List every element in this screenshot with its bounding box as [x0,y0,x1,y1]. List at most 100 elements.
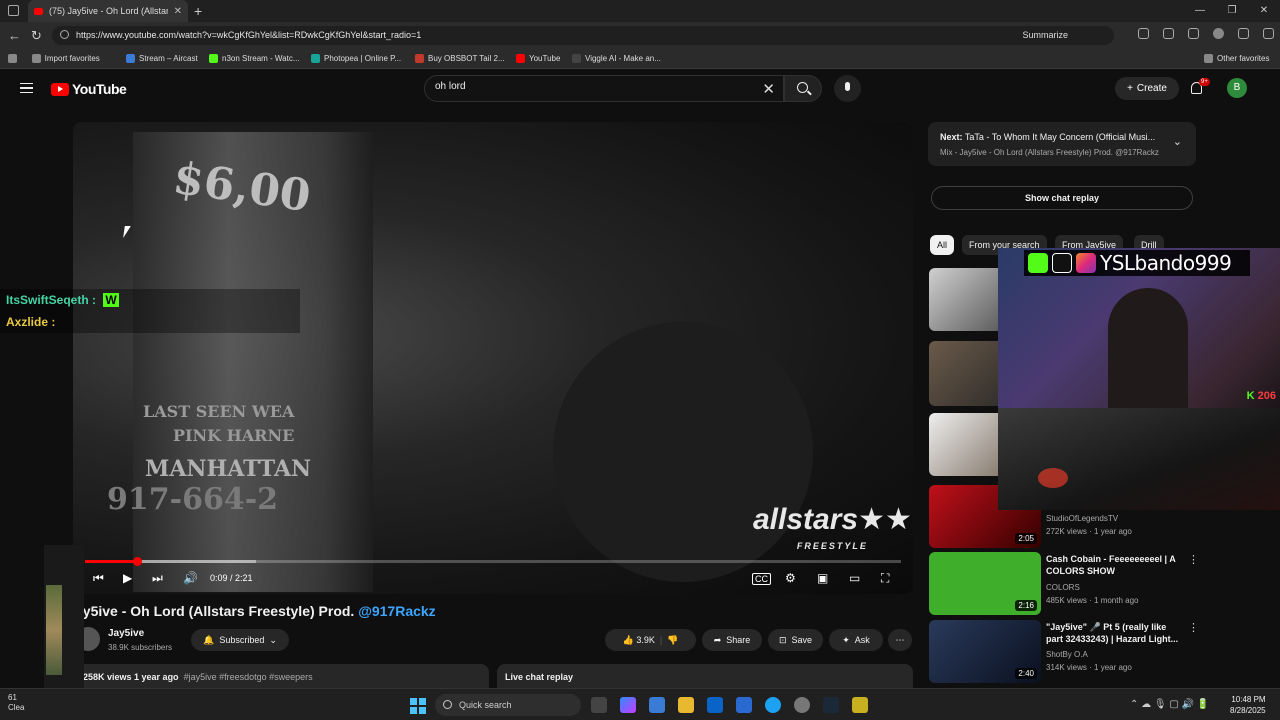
bookmark-youtube[interactable]: YouTube [516,54,560,63]
progress-bar[interactable] [85,557,901,566]
subscribed-button[interactable]: 🔔 Subscribed ⌄ [191,629,289,651]
browser-tab[interactable]: (75) Jay5ive - Oh Lord (Allstars Fr... ✕ [28,0,188,22]
bookmark-photopea[interactable]: Photopea | Online P... [311,54,401,63]
search-button[interactable] [784,75,822,102]
recommended-title[interactable]: "Jay5ive" 🎤 Pt 5 (really like part 32433… [1046,621,1181,645]
more-options-icon[interactable]: ⋮ [1188,553,1199,566]
other-favorites[interactable]: Other favorites [1204,54,1269,63]
recommended-channel[interactable]: StudioOfLegendsTV [1046,514,1118,523]
minimize-icon[interactable]: — [1184,0,1216,22]
bookmark-n3on-stream[interactable]: n3on Stream - Watc... [209,54,300,63]
description-box[interactable]: 258K views 1 year ago #jay5ive #freesdot… [75,664,489,688]
system-tray-icons[interactable]: ⌃ ☁ 🎙 ▢ 🔊 🔋 [1130,699,1209,710]
voice-search-icon[interactable] [834,75,861,102]
social-banner: YSLbando999 [1024,250,1250,276]
more-options-icon[interactable]: ⋮ [1188,621,1199,634]
chevron-down-icon[interactable]: ⌄ [1173,135,1182,148]
address-toolbar: ← ↻ https://www.youtube.com/watch?v=wkCg… [0,22,1280,49]
copilot-icon[interactable] [620,697,636,713]
task-view-icon[interactable] [591,697,607,713]
recommended-meta: 314K views · 1 year ago [1046,663,1132,672]
taskbar-clock[interactable]: 10:48 PM 8/28/2025 [1230,694,1266,716]
start-button[interactable] [410,698,426,714]
menu-icon[interactable] [20,83,33,93]
save-button[interactable]: ⊡ Save [768,629,823,651]
time-display: 0:09 / 2:21 [210,573,253,583]
settings-icon[interactable]: ⚙ [785,571,796,585]
show-chat-replay-button[interactable]: Show chat replay [931,186,1193,210]
create-button[interactable]: + Create [1115,77,1179,100]
bookmark-viggle[interactable]: Viggle AI - Make an... [572,54,661,63]
search-input[interactable] [435,81,735,92]
outlook-icon[interactable] [707,697,723,713]
youtube-logo[interactable]: YouTube [51,81,127,97]
more-menu-icon[interactable] [1238,28,1249,39]
bookmark-import-favorites[interactable]: Import favorites [8,54,100,63]
ask-button[interactable]: ✦ Ask [829,629,883,651]
edge-icon[interactable] [765,697,781,713]
favorites-icon[interactable] [1163,28,1174,39]
copilot-icon[interactable] [1263,28,1274,39]
close-tab-icon[interactable]: ✕ [174,6,182,17]
recommended-channel[interactable]: COLORS [1046,583,1080,592]
tab-actions-icon[interactable] [8,5,19,16]
captions-icon[interactable]: CC [752,573,771,585]
account-avatar[interactable]: B [1227,78,1247,98]
aircast-icon [126,54,135,63]
sparkle-icon: ✦ [842,634,850,645]
share-button[interactable]: ➦ Share [702,629,762,651]
channel-name[interactable]: Jay5ive [108,628,144,639]
viggle-icon [572,54,581,63]
more-actions-icon[interactable]: ⋯ [888,629,912,651]
recommended-meta: 272K views · 1 year ago [1046,527,1132,536]
search-box[interactable]: ✕ [424,75,784,102]
refresh-icon[interactable]: ↻ [31,28,42,44]
photos-icon[interactable] [736,697,752,713]
previous-icon[interactable]: ⏮ [93,571,104,586]
recommended-channel[interactable]: ShotBy O.A [1046,650,1088,659]
kick-icon [1028,253,1048,273]
theater-mode-icon[interactable]: ▭ [849,571,860,585]
next-icon[interactable]: ⏭ [152,571,163,586]
recommended-title[interactable]: Cash Cobain - Feeeeeeeeel | A COLORS SHO… [1046,553,1181,577]
app-icon[interactable] [852,697,868,713]
profile-icon[interactable] [1213,28,1224,39]
back-icon[interactable]: ← [8,28,21,43]
address-bar[interactable]: https://www.youtube.com/watch?v=wkCgKfGh… [52,26,1114,45]
video-player[interactable]: $6,00 LAST SEEN WEA PINK HARNE MANHATTAN… [73,122,913,594]
obs-icon[interactable] [794,697,810,713]
fullscreen-icon[interactable]: ⛶ [881,571,889,586]
logo-text: YouTube [72,81,127,97]
chip-all[interactable]: All [930,235,955,255]
folder-icon [31,54,41,63]
play-icon[interactable]: ▶ [123,571,132,585]
new-tab-icon[interactable]: + [194,3,202,19]
like-button[interactable]: 👍 3.9K [623,635,655,646]
close-window-icon[interactable]: ✕ [1248,0,1280,22]
file-explorer-icon[interactable] [678,697,694,713]
recommended-thumbnail[interactable]: 2:16 [929,552,1041,615]
recommended-meta: 485K views · 1 month ago [1046,596,1139,605]
weather-widget[interactable]: 61 Clea [8,693,24,713]
share-icon: ➦ [713,634,722,645]
plus-icon: + [1127,83,1133,94]
miniplayer-icon[interactable]: ▣ [817,571,828,585]
maximize-icon[interactable]: ❐ [1216,0,1248,22]
video-frame-text: 917-664-2 [107,482,279,517]
up-next-playlist[interactable]: Next: TaTa - To Whom It May Concern (Off… [928,122,1196,166]
hashtags[interactable]: #jay5ive #freesdotgo #sweepers [184,672,313,682]
volume-icon[interactable]: 🔊 [183,571,198,585]
site-info-icon[interactable] [60,30,69,39]
bookmark-stream-aircast[interactable]: Stream – Aircast [126,54,198,63]
bookmark-obsbot[interactable]: Buy OBSBOT Tail 2... [415,54,505,63]
clear-search-icon[interactable]: ✕ [762,80,775,98]
taskbar-search[interactable]: Quick search [435,694,581,716]
extensions-icon[interactable] [1138,28,1149,39]
producer-handle-link[interactable]: @917Rackz [358,603,435,619]
recommended-thumbnail[interactable]: 2:40 [929,620,1041,683]
summarize-button[interactable]: Summarize [1022,30,1068,40]
dislike-button[interactable]: 👎 [667,635,678,646]
collections-icon[interactable] [1188,28,1199,39]
steam-icon[interactable] [823,697,839,713]
store-icon[interactable] [649,697,665,713]
